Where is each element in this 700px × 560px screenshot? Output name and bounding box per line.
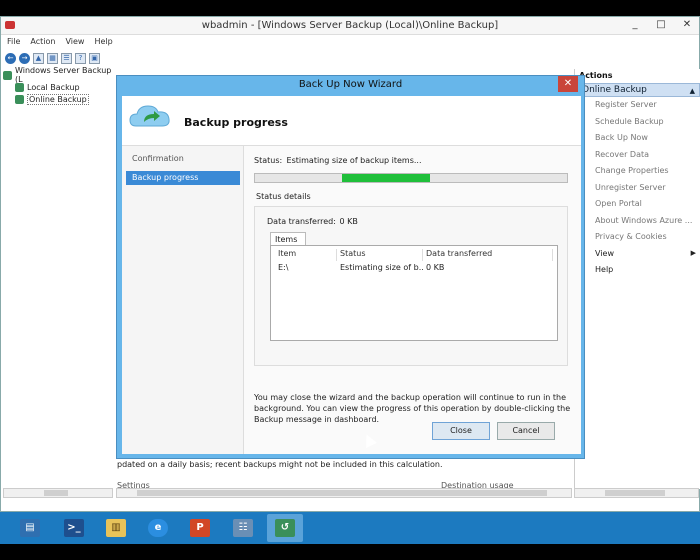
menu-view[interactable]: View [65,35,84,49]
window-title: wbadmin - [Windows Server Backup (Local)… [201,20,499,31]
info-text: pdated on a daily basis; recent backups … [117,460,443,469]
status-value: Estimating size of backup items... [286,156,422,165]
backup-node-icon [3,70,12,80]
letterbox-top [0,0,700,16]
show-hide-tree-icon[interactable]: ▦ [47,52,58,64]
step-confirmation[interactable]: Confirmation [126,152,240,166]
back-arrow-icon[interactable]: ← [5,52,16,64]
cancel-button[interactable]: Cancel [497,422,555,440]
maximize-button[interactable]: □ [655,19,667,30]
content-scrollbar[interactable] [116,488,572,498]
status-details-group: Data transferred: 0 KB Items Item Status… [254,206,568,366]
table-row[interactable]: E:\ Estimating size of b... 0 KB [275,263,553,275]
row-status: Estimating size of b... [340,263,423,272]
wizard-body: Backup progress Confirmation Backup prog… [122,96,581,454]
content-scroll-thumb[interactable] [137,490,547,496]
wizard-heading: Backup progress [184,116,288,129]
file-explorer-icon[interactable]: ▥ [98,514,134,542]
progress-marquee [342,174,430,182]
actions-pane: Actions Online Backup ▲ Register Server … [574,69,700,489]
backup-progress-bar [254,173,568,183]
internet-explorer-icon[interactable]: e [140,514,176,542]
letterbox-bottom [0,544,700,560]
up-folder-icon[interactable]: ▲ [33,52,44,64]
menu-help[interactable]: Help [94,35,112,49]
cloud-backup-icon [129,105,170,127]
row-item: E:\ [278,263,289,272]
row-data-transferred: 0 KB [426,263,445,272]
data-transferred-value: 0 KB [339,217,358,226]
wizard-header: Backup progress [122,96,581,146]
status-label: Status: [254,156,283,165]
progress-pane: Status: Estimating size of backup items.… [244,146,581,454]
action-open-portal[interactable]: Open Portal [575,196,700,213]
actions-section-online-backup[interactable]: Online Backup ▲ [575,83,700,97]
windows-backup-icon[interactable]: ↺ [267,514,303,542]
action-unregister-server[interactable]: Unregister Server [575,180,700,197]
close-wizard-note: You may close the wizard and the backup … [254,393,571,424]
action-about-windows-azure[interactable]: About Windows Azure ... [575,213,700,230]
collapse-triangle-icon: ▲ [689,87,695,95]
actions-scroll-thumb[interactable] [605,490,665,496]
wizard-title-bar: Back Up Now Wizard ✕ [117,76,584,94]
action-back-up-now[interactable]: Back Up Now [575,130,700,147]
powerpoint-icon[interactable]: P [182,514,218,542]
local-backup-icon [15,82,24,92]
status-row: Status: Estimating size of backup items.… [254,156,422,165]
items-list: Item Status Data transferred E:\ Estimat… [270,245,558,341]
action-schedule-backup[interactable]: Schedule Backup [575,114,700,131]
online-backup-icon [15,94,24,104]
control-panel-icon[interactable]: ☷ [225,514,261,542]
minimize-button[interactable]: _ [629,19,641,30]
step-backup-progress[interactable]: Backup progress [126,171,240,185]
properties-icon[interactable]: ☰ [61,52,72,64]
tab-items[interactable]: Items [270,232,306,246]
action-recover-data[interactable]: Recover Data [575,147,700,164]
forward-arrow-icon[interactable]: → [19,52,30,64]
data-transferred-row: Data transferred: 0 KB [267,217,358,226]
action-change-properties[interactable]: Change Properties [575,163,700,180]
back-up-now-wizard: Back Up Now Wizard ✕ Backup progress Con… [116,75,585,459]
title-bar: wbadmin - [Windows Server Backup (Local)… [1,17,699,35]
items-list-header: Item Status Data transferred [275,249,553,261]
menu-bar: File Action View Help [1,35,699,49]
console-icon[interactable]: ▣ [89,52,100,64]
column-item[interactable]: Item [275,249,337,261]
actions-scrollbar[interactable] [574,488,699,498]
menu-action[interactable]: Action [30,35,55,49]
powershell-icon[interactable]: >_ [56,514,92,542]
toolbar: ← → ▲ ▦ ☰ ? ▣ [1,49,121,67]
tree-node-windows-server-backup[interactable]: Windows Server Backup (L [3,66,118,84]
wizard-steps: Confirmation Backup progress [122,146,244,454]
taskbar: ▤ >_ ▥ e P ☷ ↺ [0,512,700,544]
console-tree: Windows Server Backup (L Local Backup On… [3,66,118,105]
help-icon[interactable]: ? [75,52,86,64]
close-button[interactable]: Close [432,422,490,440]
submenu-arrow-icon: ▶ [690,248,696,257]
tree-node-online-backup[interactable]: Online Backup [3,93,118,105]
data-transferred-label: Data transferred: [267,217,336,226]
wizard-close-button[interactable]: ✕ [558,76,578,92]
actions-header: Actions [579,71,613,80]
action-view[interactable]: View ▶ [575,246,700,263]
status-details-label: Status details [256,192,311,201]
column-data-transferred[interactable]: Data transferred [423,249,553,261]
tree-scrollbar[interactable] [3,488,113,498]
action-privacy-cookies[interactable]: Privacy & Cookies [575,229,700,246]
action-help[interactable]: Help [575,262,700,279]
menu-file[interactable]: File [7,35,20,49]
column-status[interactable]: Status [337,249,423,261]
wizard-title: Back Up Now Wizard [298,79,403,90]
tree-scroll-thumb[interactable] [44,490,68,496]
close-window-button[interactable]: ✕ [681,19,693,30]
server-manager-icon[interactable]: ▤ [12,514,48,542]
action-register-server[interactable]: Register Server [575,97,700,114]
